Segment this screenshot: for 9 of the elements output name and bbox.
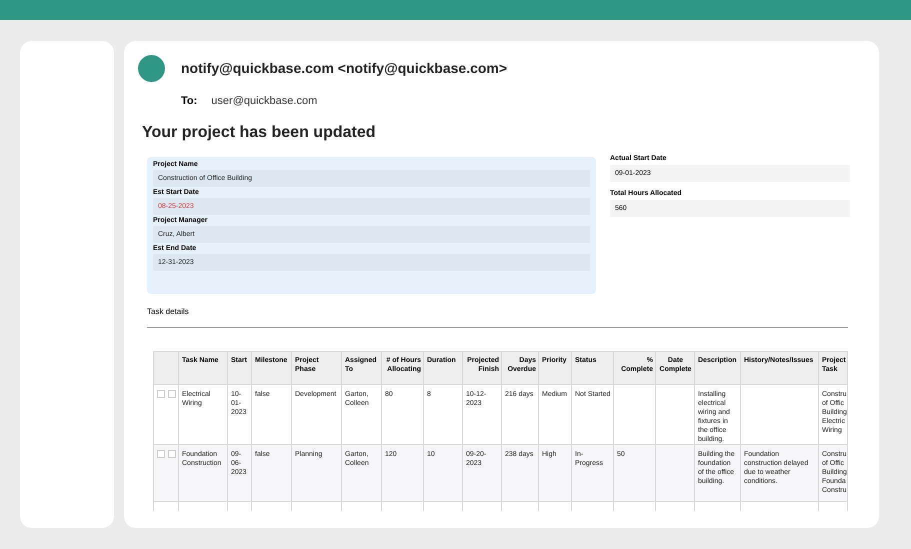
recipient-address: user@quickbase.com bbox=[211, 94, 318, 109]
email-heading: Your project has been updated bbox=[142, 122, 377, 142]
checkbox[interactable] bbox=[168, 390, 176, 398]
to-label: To: bbox=[181, 94, 198, 109]
section-title: Task details bbox=[147, 306, 190, 318]
checkbox[interactable] bbox=[157, 390, 165, 398]
sender-address: notify@quickbase.com <notify@quickbase.com> bbox=[181, 59, 508, 78]
checkbox[interactable] bbox=[168, 450, 176, 458]
checkbox[interactable] bbox=[157, 450, 165, 458]
